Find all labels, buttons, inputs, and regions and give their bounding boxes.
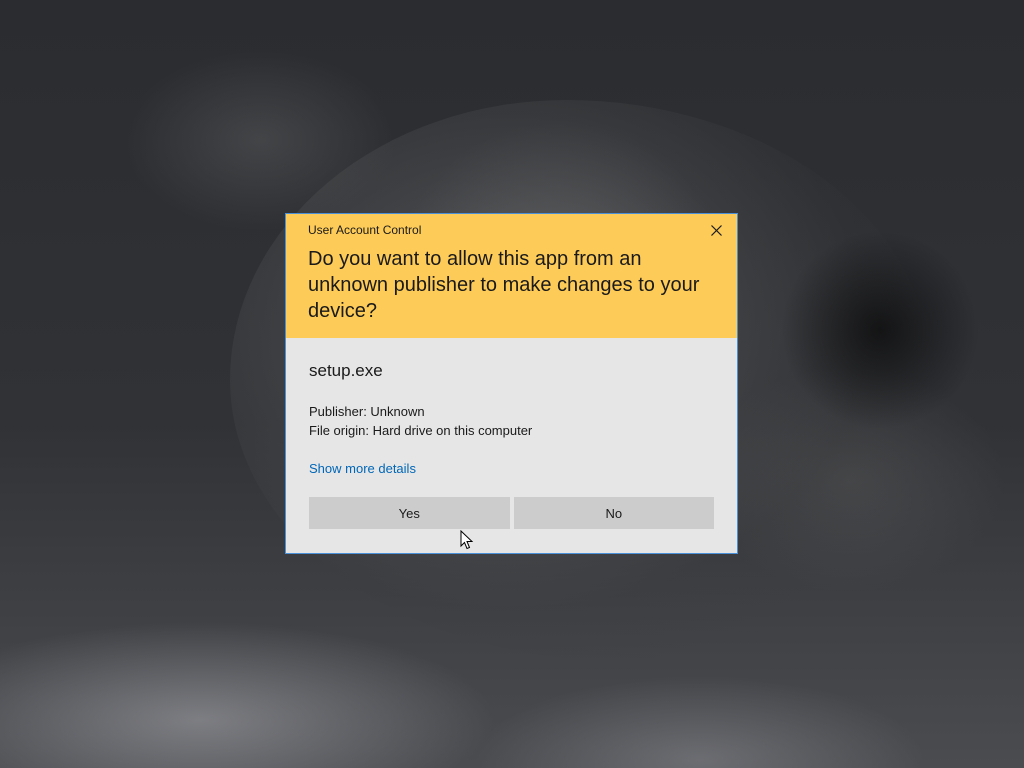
close-icon — [710, 224, 722, 236]
show-more-details-link[interactable]: Show more details — [309, 460, 416, 478]
yes-button[interactable]: Yes — [309, 497, 510, 529]
no-button[interactable]: No — [513, 497, 714, 529]
app-info: Publisher: Unknown File origin: Hard dri… — [309, 402, 714, 440]
uac-header: User Account Control Do you want to allo… — [286, 214, 737, 338]
file-origin-line: File origin: Hard drive on this computer — [309, 423, 533, 438]
mouse-cursor-icon — [460, 530, 474, 550]
uac-body: setup.exe Publisher: Unknown File origin… — [286, 360, 737, 529]
app-name: setup.exe — [309, 361, 383, 380]
close-button[interactable] — [701, 220, 731, 240]
uac-dialog: User Account Control Do you want to allo… — [285, 213, 738, 554]
skull-eye-socket — [780, 230, 980, 430]
publisher-line: Publisher: Unknown — [309, 404, 425, 419]
uac-question: Do you want to allow this app from an un… — [308, 248, 700, 322]
dialog-title: User Account Control — [308, 223, 422, 237]
button-row: Yes No — [309, 497, 714, 529]
desktop-wallpaper: User Account Control Do you want to allo… — [0, 0, 1024, 768]
